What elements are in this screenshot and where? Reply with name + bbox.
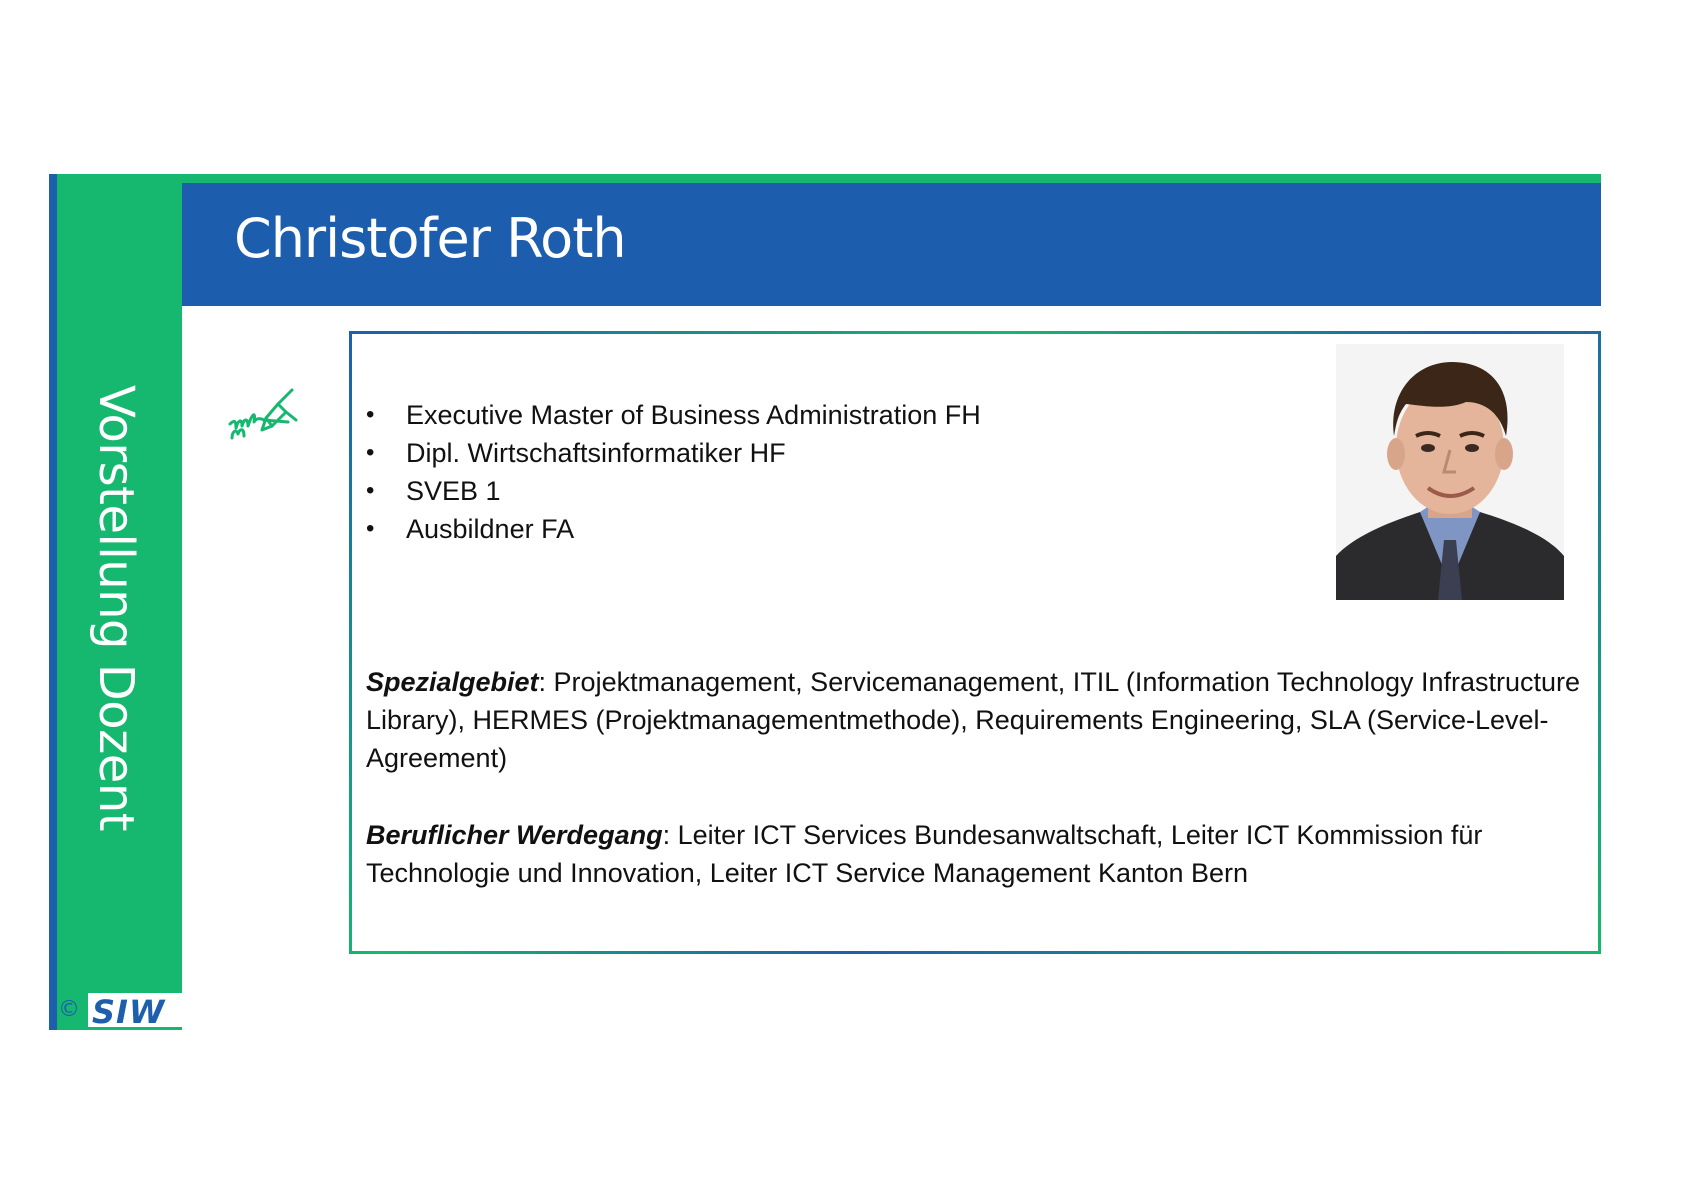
siw-logo: © SIW [58, 993, 184, 1029]
siw-logo-mark: SIW [88, 993, 184, 1027]
specialty-text: : Projektmanagement, Servicemanagement, … [366, 667, 1581, 773]
sidebar-title: Vorstellung Dozent [88, 384, 144, 832]
list-item: SVEB 1 [366, 472, 981, 510]
slide: Vorstellung Dozent Christofer Roth Execu… [0, 0, 1683, 1190]
page-title: Christofer Roth [234, 207, 627, 270]
career-label: Beruflicher Werdegang [366, 820, 663, 850]
profile-card: Executive Master of Business Administrat… [349, 331, 1601, 954]
copyright-symbol: © [58, 997, 80, 1022]
header-bar: Christofer Roth [182, 174, 1601, 306]
specialty-label: Spezialgebiet [366, 667, 539, 697]
list-item: Dipl. Wirtschaftsinformatiker HF [366, 434, 981, 472]
qualification-list: Executive Master of Business Administrat… [366, 396, 981, 548]
signature-pen-icon [228, 388, 298, 440]
list-item: Executive Master of Business Administrat… [366, 396, 981, 434]
specialty-paragraph: Spezialgebiet: Projektmanagement, Servic… [366, 663, 1586, 777]
list-item: Ausbildner FA [366, 510, 981, 548]
career-paragraph: Beruflicher Werdegang: Leiter ICT Servic… [366, 816, 1586, 892]
portrait-photo [1336, 344, 1564, 600]
svg-text:SIW: SIW [92, 993, 166, 1027]
